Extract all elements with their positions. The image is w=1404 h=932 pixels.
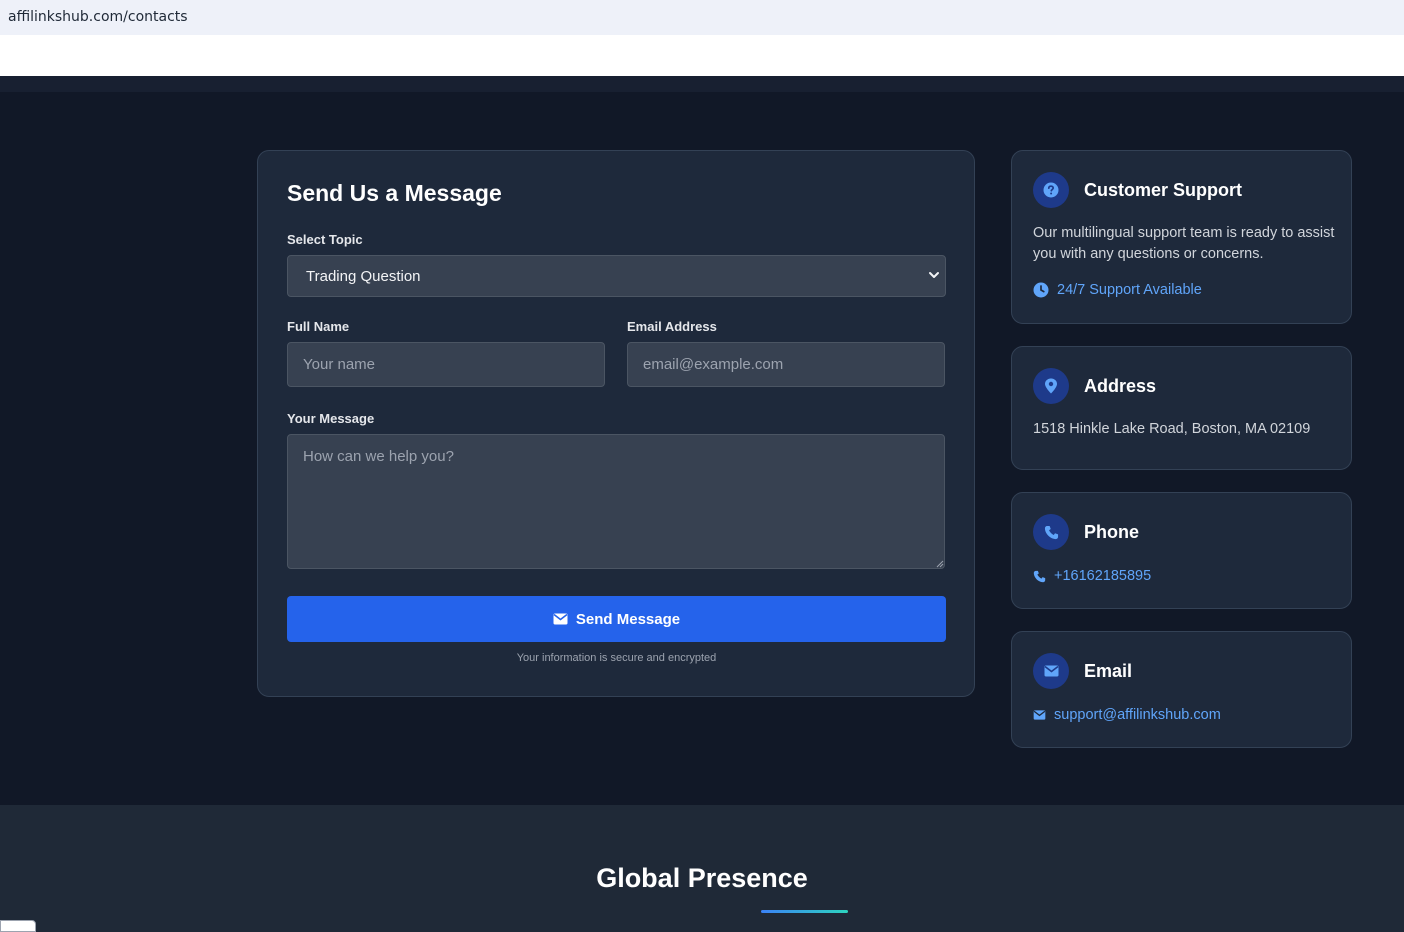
phone-number[interactable]: +16162185895 bbox=[1054, 568, 1151, 584]
envelope-small-icon bbox=[1033, 710, 1046, 720]
support-title: Customer Support bbox=[1084, 180, 1243, 200]
phone-link[interactable]: +16162185895 bbox=[1033, 568, 1151, 584]
full-name-input[interactable] bbox=[287, 342, 605, 387]
name-label: Full Name bbox=[287, 319, 350, 334]
message-label: Your Message bbox=[287, 411, 375, 426]
browser-toolbar-strip bbox=[0, 35, 1404, 76]
envelope-icon bbox=[553, 613, 568, 625]
address-icon-circle bbox=[1033, 368, 1069, 404]
global-presence-section: Global Presence bbox=[0, 805, 1404, 932]
chevron-down-icon bbox=[929, 272, 939, 278]
email-address[interactable]: support@affilinkshub.com bbox=[1054, 707, 1221, 723]
global-presence-title: Global Presence bbox=[596, 863, 808, 893]
secure-note: Your information is secure and encrypted bbox=[516, 652, 717, 664]
form-title: Send Us a Message bbox=[287, 180, 502, 206]
support-description: Our multilingual support team is ready t… bbox=[1033, 225, 1335, 262]
email-title: Email bbox=[1084, 661, 1133, 681]
address-text: 1518 Hinkle Lake Road, Boston, MA 02109 bbox=[1033, 421, 1311, 437]
url-text[interactable]: affilinkshub.com/contacts bbox=[8, 9, 188, 25]
phone-title: Phone bbox=[1084, 522, 1140, 542]
resize-handle-icon[interactable] bbox=[936, 560, 944, 568]
contact-form-card: Send Us a Message Select Topic Trading Q… bbox=[257, 150, 975, 697]
email-input[interactable] bbox=[627, 342, 945, 387]
topic-select[interactable]: Trading Question bbox=[287, 255, 946, 297]
address-bar[interactable]: affilinkshub.com/contacts bbox=[0, 0, 1404, 35]
support-icon-circle bbox=[1033, 172, 1069, 208]
customer-support-card: Customer Support Our multilingual suppor… bbox=[1011, 150, 1352, 324]
corner-widget[interactable] bbox=[0, 920, 36, 932]
message-textarea[interactable] bbox=[287, 434, 945, 569]
topic-selected-value: Trading Question bbox=[306, 268, 421, 285]
phone-card: Phone +16162185895 bbox=[1011, 492, 1352, 609]
support-availability: 24/7 Support Available bbox=[1033, 282, 1202, 298]
title-underline bbox=[761, 910, 848, 913]
map-pin-icon bbox=[1045, 378, 1057, 394]
site-header-strip bbox=[0, 76, 1404, 92]
clock-icon bbox=[1033, 282, 1049, 298]
email-card: Email support@affilinkshub.com bbox=[1011, 631, 1352, 748]
topic-label: Select Topic bbox=[287, 232, 363, 247]
email-label: Email Address bbox=[627, 319, 717, 334]
phone-icon-circle bbox=[1033, 514, 1069, 550]
phone-icon bbox=[1044, 525, 1058, 539]
send-button-label: Send Message bbox=[575, 610, 681, 628]
send-message-button[interactable]: Send Message bbox=[287, 596, 946, 642]
envelope-icon bbox=[1044, 665, 1058, 677]
address-card: Address 1518 Hinkle Lake Road, Boston, M… bbox=[1011, 346, 1352, 470]
email-icon-circle bbox=[1033, 653, 1069, 689]
email-link[interactable]: support@affilinkshub.com bbox=[1033, 707, 1221, 723]
address-title: Address bbox=[1084, 376, 1157, 396]
question-icon bbox=[1043, 182, 1059, 198]
phone-small-icon bbox=[1033, 570, 1046, 582]
support-availability-text: 24/7 Support Available bbox=[1057, 282, 1202, 298]
